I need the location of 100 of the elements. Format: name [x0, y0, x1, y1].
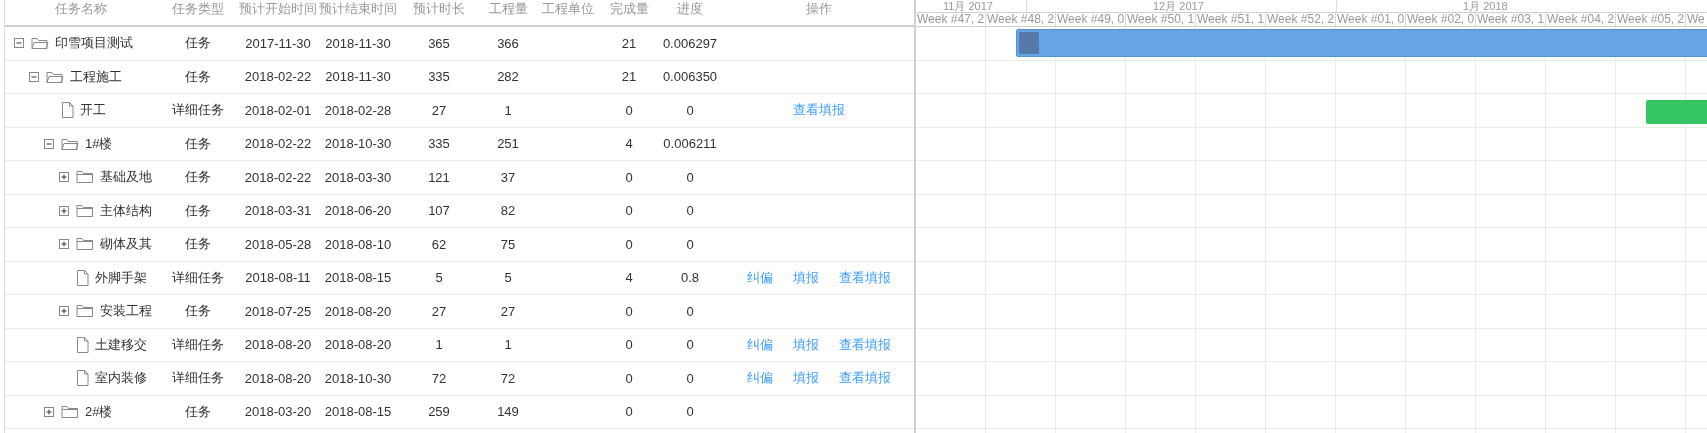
task-type: 任务 — [185, 67, 211, 86]
action-link[interactable]: 查看填报 — [793, 101, 845, 120]
month-label: 11月 2017 — [943, 0, 993, 12]
column-header: 预计时长 — [412, 1, 466, 18]
month-label: 1月 2018 — [1463, 0, 1508, 12]
duration: 121 — [428, 169, 450, 185]
month-label: 12月 2017 — [1153, 0, 1204, 12]
start-date: 2018-05-28 — [244, 236, 312, 252]
start-date: 2018-03-20 — [244, 404, 312, 420]
end-date: 2018-08-10 — [324, 236, 392, 252]
folder-icon — [76, 304, 94, 319]
action-link[interactable]: 查看填报 — [839, 268, 891, 287]
task-name: 主体结构 — [100, 201, 152, 220]
start-date: 2018-02-01 — [244, 102, 312, 118]
expand-icon[interactable] — [59, 205, 69, 216]
completed-amount: 4 — [625, 136, 633, 152]
action-link[interactable]: 填报 — [793, 369, 819, 388]
expand-icon[interactable] — [59, 239, 69, 250]
start-date: 2018-02-22 — [244, 136, 312, 152]
task-name: 2#楼 — [85, 402, 113, 421]
action-link[interactable]: 填报 — [793, 335, 819, 354]
task-type: 任务 — [185, 235, 211, 254]
file-icon — [61, 102, 74, 119]
open-folder-icon — [31, 36, 49, 51]
week-label: Week #01, 0 — [1336, 13, 1406, 26]
action-link[interactable]: 纠偏 — [747, 369, 773, 388]
completed-amount: 21 — [621, 35, 637, 51]
week-label: Week #48, 2 — [986, 13, 1056, 26]
start-date: 2018-02-22 — [244, 69, 312, 85]
collapse-icon[interactable] — [29, 71, 39, 82]
quantity: 282 — [497, 69, 519, 85]
completed-amount: 0 — [625, 303, 633, 319]
folder-icon — [76, 203, 94, 218]
progress-value: 0 — [686, 337, 694, 353]
end-date: 2018-06-20 — [324, 203, 392, 219]
week-label: Week #49, 0 — [1056, 13, 1126, 26]
quantity: 37 — [500, 169, 516, 185]
week-label: Week #03, 1 — [1476, 13, 1546, 26]
quantity: 1 — [504, 337, 512, 353]
expand-icon[interactable] — [59, 172, 69, 183]
column-header: 工程量 — [487, 1, 529, 18]
progress-value: 0 — [686, 404, 694, 420]
week-label: Week #51, 1 — [1196, 13, 1266, 26]
completed-amount: 0 — [625, 337, 633, 353]
folder-icon — [61, 404, 79, 419]
folder-icon — [76, 237, 94, 252]
week-label: Week #02, 0 — [1406, 13, 1476, 26]
quantity: 366 — [497, 35, 519, 51]
quantity: 251 — [497, 136, 519, 152]
action-link[interactable]: 填报 — [793, 268, 819, 287]
task-name: 印雪项目测试 — [55, 34, 133, 53]
completed-amount: 0 — [625, 102, 633, 118]
quantity: 5 — [504, 270, 512, 286]
task-name: 开工 — [80, 101, 106, 120]
progress-value: 0.006211 — [663, 136, 717, 152]
action-link[interactable]: 查看填报 — [839, 369, 891, 388]
duration: 107 — [428, 203, 450, 219]
file-icon — [76, 269, 89, 286]
column-header: 进度 — [676, 1, 704, 18]
progress-value: 0.8 — [680, 270, 700, 286]
completed-amount: 21 — [621, 69, 637, 85]
quantity: 1 — [504, 102, 512, 118]
expand-icon[interactable] — [44, 406, 54, 417]
duration: 1 — [435, 337, 443, 353]
collapse-icon[interactable] — [44, 138, 54, 149]
action-link[interactable]: 纠偏 — [747, 268, 773, 287]
quantity: 149 — [497, 404, 519, 420]
week-label: Week #52, 2 — [1266, 13, 1336, 26]
task-name: 基础及地 — [100, 168, 152, 187]
completed-amount: 0 — [625, 203, 633, 219]
expand-icon[interactable] — [59, 306, 69, 317]
completed-amount: 0 — [625, 370, 633, 386]
duration: 27 — [431, 102, 447, 118]
week-label: We — [1686, 13, 1707, 26]
progress-value: 0 — [686, 203, 694, 219]
start-date: 2018-02-22 — [244, 169, 312, 185]
column-header: 任务类型 — [171, 1, 225, 18]
duration: 27 — [431, 303, 447, 319]
quantity: 82 — [500, 203, 516, 219]
task-type: 任务 — [185, 134, 211, 153]
action-link[interactable]: 纠偏 — [747, 335, 773, 354]
column-header: 完成量 — [608, 1, 650, 18]
progress-value: 0 — [686, 169, 694, 185]
end-date: 2018-10-30 — [324, 370, 392, 386]
end-date: 2018-08-20 — [324, 337, 392, 353]
column-header: 操作 — [805, 1, 833, 18]
progress-value: 0 — [686, 102, 694, 118]
progress-value: 0 — [686, 303, 694, 319]
open-folder-icon — [46, 69, 64, 84]
progress-value: 0.006350 — [662, 69, 718, 85]
task-name: 外脚手架 — [95, 268, 147, 287]
start-date: 2018-08-11 — [245, 270, 311, 286]
collapse-icon[interactable] — [14, 38, 24, 49]
folder-icon — [76, 170, 94, 185]
action-link[interactable]: 查看填报 — [839, 335, 891, 354]
task-name: 工程施工 — [70, 67, 122, 86]
file-icon — [76, 370, 89, 387]
completed-amount: 0 — [625, 169, 633, 185]
file-icon — [76, 336, 89, 353]
duration: 72 — [431, 370, 447, 386]
